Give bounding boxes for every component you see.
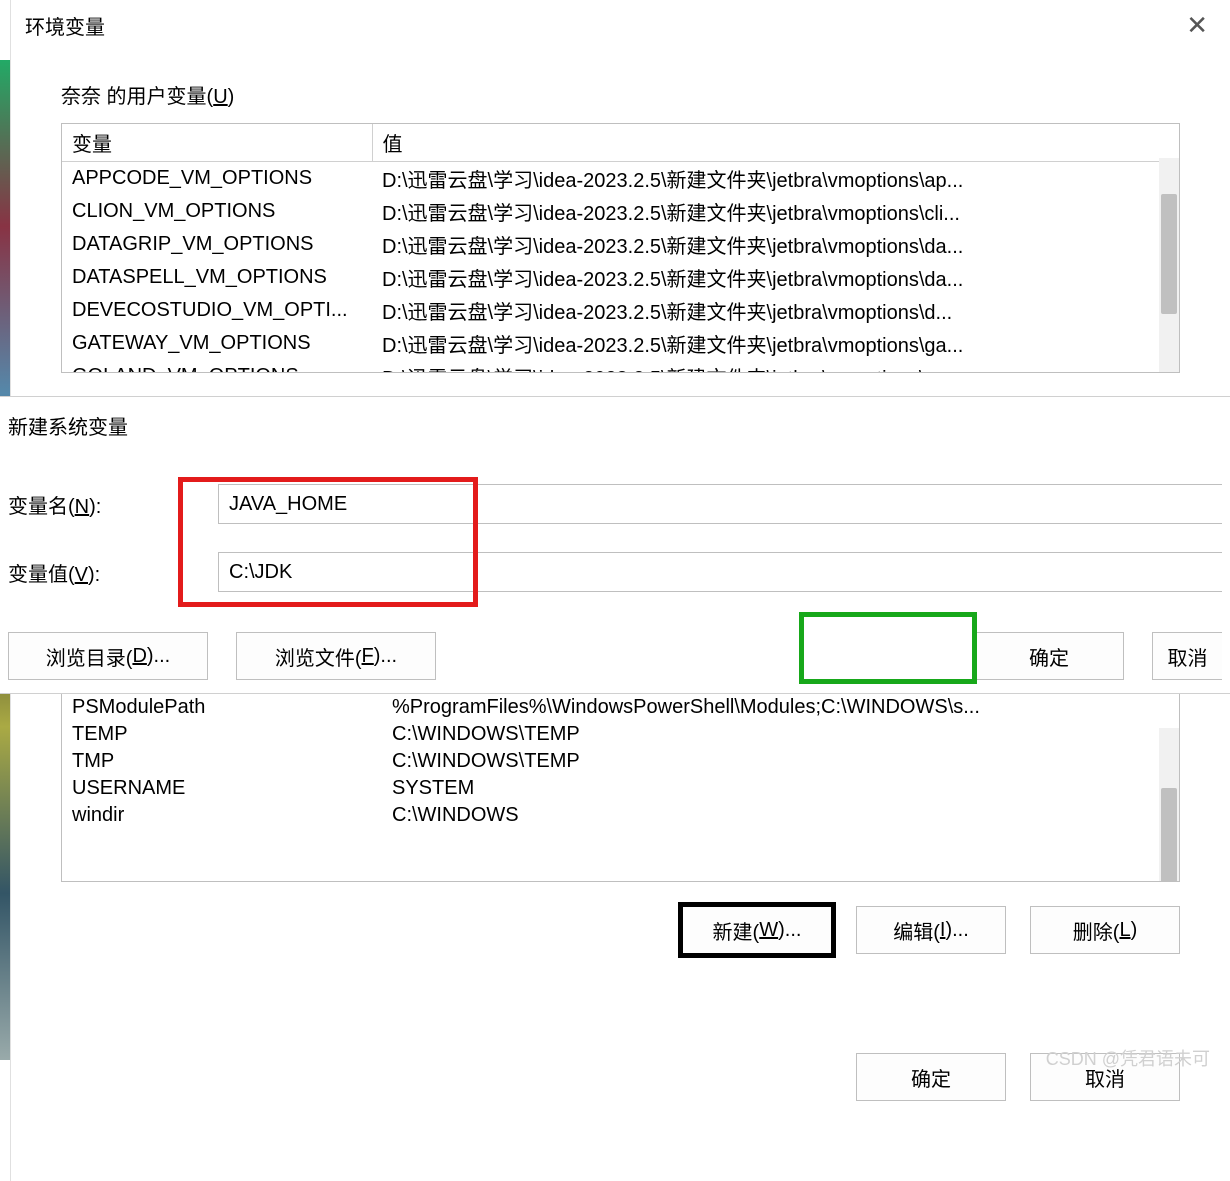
new-var-title: 新建系统变量	[0, 397, 1230, 454]
var-value-input[interactable]	[218, 552, 1222, 592]
btn-hotkey: W	[759, 919, 778, 942]
cancel-button[interactable]: 取消	[1030, 1053, 1180, 1101]
user-vars-table-wrap: 变量 值 APPCODE_VM_OPTIONSD:\迅雷云盘\学习\idea-2…	[61, 123, 1180, 373]
dialog-title: 环境变量	[25, 11, 105, 40]
col-header-var[interactable]: 变量	[62, 124, 372, 162]
scrollbar-thumb[interactable]	[1161, 194, 1177, 314]
var-value-cell: C:\WINDOWS\TEMP	[382, 721, 1179, 748]
browse-file-button[interactable]: 浏览文件(F)...	[236, 632, 436, 680]
btn-text: 浏览目录(	[46, 642, 133, 671]
new-system-var-dialog: 新建系统变量 变量名(N): 变量值(V): 浏览目录(D)... 浏览文件(F…	[0, 396, 1230, 694]
table-row[interactable]: CLION_VM_OPTIONSD:\迅雷云盘\学习\idea-2023.2.5…	[62, 195, 1179, 228]
var-value-cell: SYSTEM	[382, 775, 1179, 802]
var-name-cell: PSModulePath	[62, 694, 382, 721]
table-row[interactable]: PSModulePath%ProgramFiles%\WindowsPowerS…	[62, 694, 1179, 721]
label-text: 奈奈 的用户变量(	[61, 86, 213, 108]
table-row[interactable]: GOLAND_VM_OPTIONSD:\迅雷云盘\学习\idea-2023.2.…	[62, 360, 1179, 373]
table-row[interactable]: GATEWAY_VM_OPTIONSD:\迅雷云盘\学习\idea-2023.2…	[62, 327, 1179, 360]
new-var-body: 变量名(N): 变量值(V):	[0, 454, 1230, 592]
system-vars-section: PSModulePath%ProgramFiles%\WindowsPowerS…	[61, 694, 1180, 954]
label-text: 变量值(	[8, 564, 75, 586]
delete-button[interactable]: 删除(L)	[1030, 906, 1180, 954]
ok-button[interactable]: 确定	[974, 632, 1124, 680]
edit-button[interactable]: 编辑(I)...	[856, 906, 1006, 954]
btn-text: )...	[374, 645, 397, 668]
btn-text: 浏览文件(	[275, 642, 362, 671]
var-value-row: 变量值(V):	[8, 552, 1222, 592]
user-vars-table[interactable]: 变量 值 APPCODE_VM_OPTIONSD:\迅雷云盘\学习\idea-2…	[62, 124, 1179, 373]
left-buttons: 浏览目录(D)... 浏览文件(F)...	[8, 632, 436, 680]
var-name-cell: TMP	[62, 748, 382, 775]
label-text: ):	[89, 496, 101, 518]
btn-text: )...	[945, 919, 968, 942]
var-value-cell: D:\迅雷云盘\学习\idea-2023.2.5\新建文件夹\jetbra\vm…	[372, 261, 1179, 294]
var-name-cell: windir	[62, 802, 382, 829]
var-name-label: 变量名(N):	[8, 490, 218, 519]
browse-dir-button[interactable]: 浏览目录(D)...	[8, 632, 208, 680]
var-value-cell: D:\迅雷云盘\学习\idea-2023.2.5\新建文件夹\jetbra\vm…	[372, 327, 1179, 360]
title-bar: 环境变量 ✕	[11, 0, 1230, 50]
label-text: 变量名(	[8, 496, 75, 518]
var-name-cell: DATAGRIP_VM_OPTIONS	[62, 228, 372, 261]
table-row[interactable]: windirC:\WINDOWS	[62, 802, 1179, 829]
scrollbar-track[interactable]	[1159, 158, 1179, 372]
scrollbar-thumb[interactable]	[1161, 788, 1177, 882]
close-icon[interactable]: ✕	[1178, 6, 1216, 45]
cancel-button[interactable]: 取消	[1152, 632, 1222, 680]
new-button[interactable]: 新建(W)...	[682, 906, 832, 954]
label-hotkey: U	[213, 86, 227, 108]
var-value-cell: D:\迅雷云盘\学习\idea-2023.2.5\新建文件夹\jetbra\vm…	[372, 195, 1179, 228]
table-row[interactable]: DEVECOSTUDIO_VM_OPTI...D:\迅雷云盘\学习\idea-2…	[62, 294, 1179, 327]
var-name-cell: DATASPELL_VM_OPTIONS	[62, 261, 372, 294]
var-value-label: 变量值(V):	[8, 558, 218, 587]
btn-text: 新建(	[713, 916, 760, 945]
btn-hotkey: F	[362, 645, 374, 668]
user-vars-label: 奈奈 的用户变量(U)	[61, 80, 1180, 109]
var-name-row: 变量名(N):	[8, 484, 1222, 524]
table-row[interactable]: USERNAMESYSTEM	[62, 775, 1179, 802]
btn-hotkey: L	[1119, 919, 1130, 942]
label-hotkey: V	[75, 564, 88, 586]
col-header-val[interactable]: 值	[372, 124, 1179, 162]
var-name-cell: APPCODE_VM_OPTIONS	[62, 162, 372, 196]
ok-button[interactable]: 确定	[856, 1053, 1006, 1101]
var-name-cell: GOLAND_VM_OPTIONS	[62, 360, 372, 373]
system-vars-buttons: 新建(W)... 编辑(I)... 删除(L)	[61, 906, 1180, 954]
dialog-footer-buttons: 确定 取消	[856, 1053, 1180, 1101]
scrollbar-track[interactable]	[1159, 728, 1179, 881]
label-hotkey: N	[75, 496, 89, 518]
btn-text: )...	[147, 645, 170, 668]
var-value-cell: D:\迅雷云盘\学习\idea-2023.2.5\新建文件夹\jetbra\vm…	[372, 228, 1179, 261]
btn-text: )	[1131, 919, 1138, 942]
table-row[interactable]: DATAGRIP_VM_OPTIONSD:\迅雷云盘\学习\idea-2023.…	[62, 228, 1179, 261]
user-vars-section: 奈奈 的用户变量(U) 变量 值 APPCODE_VM_OPTIONSD:\迅雷…	[11, 50, 1230, 383]
var-value-cell: D:\迅雷云盘\学习\idea-2023.2.5\新建文件夹\jetbra\vm…	[372, 294, 1179, 327]
var-name-cell: DEVECOSTUDIO_VM_OPTI...	[62, 294, 372, 327]
var-name-cell: CLION_VM_OPTIONS	[62, 195, 372, 228]
btn-hotkey: D	[132, 645, 146, 668]
right-buttons: 确定 取消	[974, 632, 1222, 680]
btn-text: )...	[778, 919, 801, 942]
var-name-cell: USERNAME	[62, 775, 382, 802]
table-row[interactable]: APPCODE_VM_OPTIONSD:\迅雷云盘\学习\idea-2023.2…	[62, 162, 1179, 196]
btn-text: 编辑(	[893, 916, 940, 945]
var-name-cell: GATEWAY_VM_OPTIONS	[62, 327, 372, 360]
label-text: )	[228, 86, 235, 108]
btn-text: 删除(	[1073, 916, 1120, 945]
var-value-cell: D:\迅雷云盘\学习\idea-2023.2.5\新建文件夹\jetbra\vm…	[372, 162, 1179, 196]
var-value-cell: D:\迅雷云盘\学习\idea-2023.2.5\新建文件夹\jetbra\vm…	[372, 360, 1179, 373]
var-name-cell: TEMP	[62, 721, 382, 748]
label-text: ):	[88, 564, 100, 586]
table-row[interactable]: TMPC:\WINDOWS\TEMP	[62, 748, 1179, 775]
var-value-cell: %ProgramFiles%\WindowsPowerShell\Modules…	[382, 694, 1179, 721]
var-value-cell: C:\WINDOWS\TEMP	[382, 748, 1179, 775]
system-vars-table-wrap: PSModulePath%ProgramFiles%\WindowsPowerS…	[61, 694, 1180, 882]
system-vars-table[interactable]: PSModulePath%ProgramFiles%\WindowsPowerS…	[62, 694, 1179, 829]
new-var-buttons: 浏览目录(D)... 浏览文件(F)... 确定 取消	[0, 620, 1230, 680]
var-name-input[interactable]	[218, 484, 1222, 524]
var-value-cell: C:\WINDOWS	[382, 802, 1179, 829]
table-row[interactable]: TEMPC:\WINDOWS\TEMP	[62, 721, 1179, 748]
table-row[interactable]: DATASPELL_VM_OPTIONSD:\迅雷云盘\学习\idea-2023…	[62, 261, 1179, 294]
